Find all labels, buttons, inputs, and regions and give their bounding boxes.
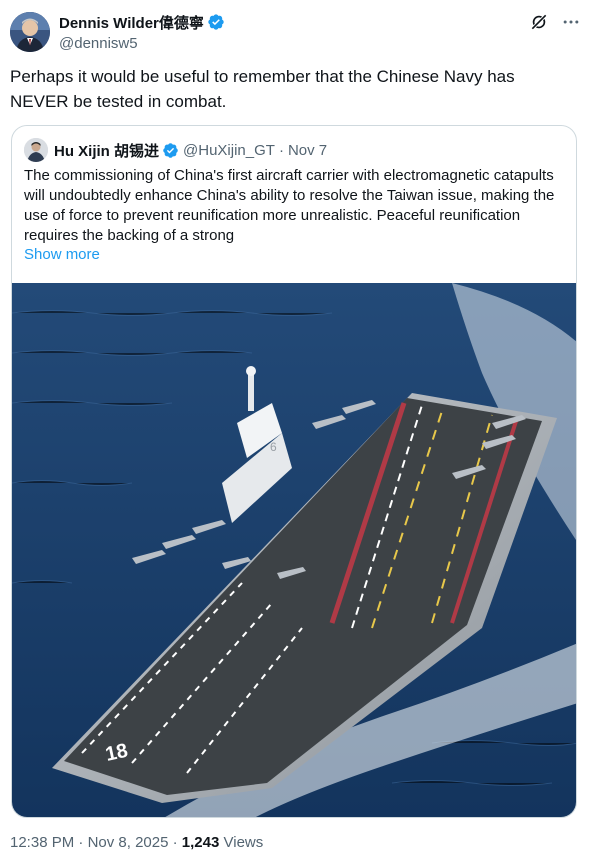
- tweet-header: Dennis Wilder偉德寧 @dennisw5: [10, 10, 581, 54]
- more-icon[interactable]: [561, 12, 581, 32]
- show-more-link[interactable]: Show more: [24, 246, 100, 263]
- grok-icon[interactable]: [529, 12, 549, 32]
- svg-text:6: 6: [270, 440, 277, 454]
- quoted-tweet-image[interactable]: 6 18: [12, 283, 576, 817]
- quoted-author-name[interactable]: Hu Xijin 胡锡进: [54, 140, 159, 161]
- aircraft-carrier-image: 6 18: [12, 283, 576, 817]
- tweet-time[interactable]: 12:38 PM: [10, 834, 74, 851]
- views-count: 1,243: [181, 834, 220, 851]
- separator-dot: ·: [172, 834, 178, 851]
- verified-badge-icon: [208, 14, 224, 30]
- author-name[interactable]: Dennis Wilder偉德寧: [59, 12, 204, 33]
- deck-number: 18: [103, 740, 129, 766]
- quoted-tweet[interactable]: Hu Xijin 胡锡进 @HuXijin_GT · Nov 7 The com…: [11, 125, 577, 818]
- quoted-tweet-date[interactable]: Nov 7: [288, 142, 327, 159]
- quoted-author-avatar[interactable]: [24, 138, 48, 162]
- separator-dot: ·: [78, 834, 84, 851]
- verified-badge-icon: [163, 142, 178, 158]
- author-handle[interactable]: @dennisw5: [59, 34, 225, 54]
- views-label: Views: [223, 834, 264, 851]
- tweet-footer: 12:38 PM · Nov 8, 2025 · 1,243 Views: [10, 833, 263, 853]
- separator-dot: ·: [278, 141, 284, 159]
- tweet-text: Perhaps it would be useful to remember t…: [10, 67, 520, 111]
- quoted-tweet-text: The commissioning of China's first aircr…: [24, 167, 555, 244]
- author-info: Dennis Wilder偉德寧 @dennisw5: [59, 12, 225, 54]
- quoted-author-handle[interactable]: @HuXijin_GT: [183, 142, 275, 159]
- quoted-tweet-header: Hu Xijin 胡锡进 @HuXijin_GT · Nov 7: [24, 138, 327, 162]
- tweet-date[interactable]: Nov 8, 2025: [88, 834, 169, 851]
- author-avatar[interactable]: [10, 12, 50, 52]
